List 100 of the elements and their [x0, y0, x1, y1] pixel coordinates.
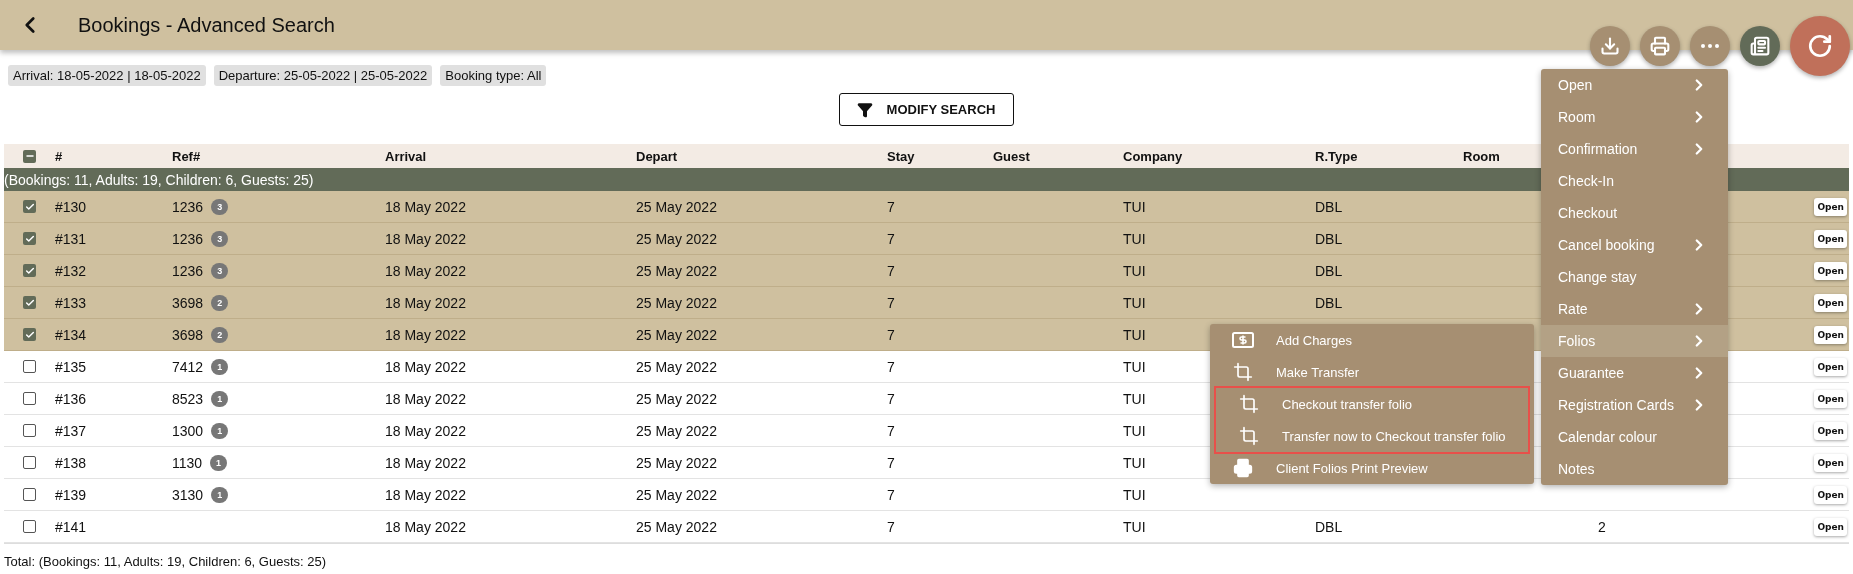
menu-item[interactable]: Registration Cards: [1541, 389, 1728, 421]
open-button[interactable]: Open: [1814, 389, 1847, 408]
table-cell: 25 May 2022: [636, 486, 717, 503]
menu-item[interactable]: Cancel booking: [1541, 229, 1728, 261]
table-cell: TUI: [1123, 262, 1146, 279]
table-cell: 25 May 2022: [636, 390, 717, 407]
open-button[interactable]: Open: [1814, 453, 1847, 472]
row-checkbox[interactable]: [23, 488, 36, 501]
menu-item-label: Folios: [1558, 333, 1596, 349]
open-button[interactable]: Open: [1814, 357, 1847, 376]
table-cell: 18 May 2022: [385, 198, 466, 215]
select-all-checkbox[interactable]: [23, 149, 36, 163]
row-checkbox[interactable]: [23, 328, 36, 341]
open-button[interactable]: Open: [1814, 229, 1847, 248]
table-cell: 18 May 2022: [385, 454, 466, 471]
table-cell: 8523: [172, 390, 204, 407]
table-cell: 25 May 2022: [636, 326, 717, 343]
table-cell: 3130: [172, 486, 204, 503]
open-button[interactable]: Open: [1814, 261, 1847, 280]
menu-item[interactable]: Make Transfer: [1210, 356, 1534, 388]
open-button[interactable]: Open: [1814, 293, 1847, 312]
table-cell: 18 May 2022: [385, 358, 466, 375]
table-cell: 18 May 2022: [385, 390, 466, 407]
table-cell: 7: [887, 294, 895, 311]
more-button[interactable]: [1690, 26, 1730, 66]
count-badge: 1: [211, 390, 229, 407]
count-badge: 1: [211, 358, 229, 375]
notes-icon: [1750, 36, 1770, 56]
print-button[interactable]: [1640, 26, 1680, 66]
table-cell: 18 May 2022: [385, 230, 466, 247]
table-cell: 18 May 2022: [385, 294, 466, 311]
table-cell: 7: [887, 262, 895, 279]
menu-item[interactable]: Check-In: [1541, 165, 1728, 197]
table-cell: 7: [887, 422, 895, 439]
filter-chip: Booking type: All: [440, 65, 547, 86]
table-cell: #141: [55, 518, 87, 535]
table-cell: 7: [887, 486, 895, 503]
count-badge: 1: [211, 422, 229, 439]
menu-item[interactable]: Guarantee: [1541, 357, 1728, 389]
crop-icon: [1239, 394, 1259, 414]
menu-item[interactable]: Add Charges: [1210, 324, 1534, 356]
menu-item[interactable]: Confirmation: [1541, 133, 1728, 165]
check-icon: [24, 329, 35, 340]
table-cell: #135: [55, 358, 87, 375]
table-cell: 25 May 2022: [636, 422, 717, 439]
row-checkbox[interactable]: [23, 360, 36, 373]
menu-item[interactable]: Transfer now to Checkout transfer folio: [1216, 420, 1528, 452]
column-header: Guest: [993, 148, 1030, 164]
menu-item[interactable]: Client Folios Print Preview: [1210, 452, 1534, 484]
menu-item-label: Client Folios Print Preview: [1276, 460, 1428, 476]
table-cell: 1130: [172, 454, 203, 471]
menu-item[interactable]: Checkout: [1541, 197, 1728, 229]
menu-item[interactable]: Checkout transfer folio: [1216, 388, 1528, 420]
table-cell: 25 May 2022: [636, 454, 717, 471]
menu-item[interactable]: Open: [1541, 69, 1728, 101]
menu-item[interactable]: Rate: [1541, 293, 1728, 325]
row-checkbox[interactable]: [23, 392, 36, 405]
table-cell: 7: [887, 518, 895, 535]
download-button[interactable]: [1590, 26, 1630, 66]
table-cell: 1236: [172, 198, 204, 215]
open-button[interactable]: Open: [1814, 421, 1847, 440]
menu-item[interactable]: Change stay: [1541, 261, 1728, 293]
menu-item[interactable]: Folios: [1541, 325, 1728, 357]
menu-item[interactable]: Room: [1541, 101, 1728, 133]
menu-item-label: Open: [1558, 77, 1593, 93]
table-cell: 7: [887, 358, 895, 375]
table-cell: 1236: [172, 230, 204, 247]
crop-icon: [1233, 362, 1253, 382]
table-cell: #132: [55, 262, 87, 279]
count-badge: 2: [211, 326, 229, 343]
menu-item-label: Check-In: [1558, 173, 1615, 189]
notes-button[interactable]: [1740, 26, 1780, 66]
row-checkbox[interactable]: [23, 456, 36, 469]
table-cell: DBL: [1315, 230, 1343, 247]
crop-icon: [1239, 426, 1259, 446]
menu-item-label: Transfer now to Checkout transfer folio: [1282, 428, 1506, 444]
menu-item[interactable]: Calendar colour: [1541, 421, 1728, 453]
check-icon: [24, 265, 35, 276]
row-checkbox[interactable]: [23, 424, 36, 437]
open-button[interactable]: Open: [1814, 517, 1847, 536]
page-title: Bookings - Advanced Search: [78, 13, 335, 37]
refresh-button[interactable]: [1790, 16, 1850, 76]
table-cell: 7: [887, 198, 895, 215]
table-cell: #136: [55, 390, 87, 407]
count-badge: 3: [211, 198, 229, 215]
row-checkbox[interactable]: [23, 232, 36, 245]
row-checkbox[interactable]: [23, 200, 36, 213]
open-button[interactable]: Open: [1814, 197, 1847, 216]
column-header: Ref#: [172, 148, 201, 164]
row-checkbox[interactable]: [23, 296, 36, 309]
menu-item[interactable]: Notes: [1541, 453, 1728, 485]
modify-search-button[interactable]: MODIFY SEARCH: [838, 93, 1014, 126]
row-checkbox[interactable]: [23, 264, 36, 277]
row-checkbox[interactable]: [23, 520, 36, 533]
open-button[interactable]: Open: [1814, 325, 1847, 344]
table-cell: TUI: [1123, 230, 1146, 247]
table-cell: 25 May 2022: [636, 358, 717, 375]
table-cell: #133: [55, 294, 87, 311]
menu-item-label: Room: [1558, 109, 1596, 125]
open-button[interactable]: Open: [1814, 485, 1847, 504]
